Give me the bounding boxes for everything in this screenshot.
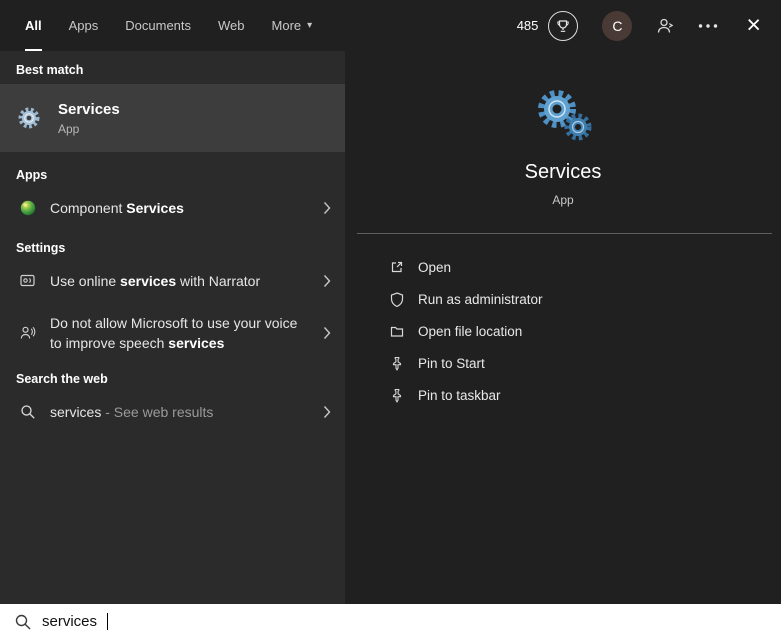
chevron-right-icon[interactable]: [323, 274, 333, 288]
action-label: Pin to Start: [418, 355, 485, 371]
folder-icon: [388, 323, 406, 339]
tab-all-label: All: [25, 18, 42, 33]
search-icon: [14, 613, 32, 631]
action-run-as-administrator[interactable]: Run as administrator: [345, 283, 781, 315]
tab-web[interactable]: Web: [218, 0, 245, 51]
result-label-dim: - See web results: [105, 404, 214, 420]
pin-icon: [388, 355, 406, 371]
best-match-title: Services: [58, 100, 120, 118]
chevron-right-icon[interactable]: [323, 405, 333, 419]
result-label: Component Services: [50, 198, 302, 218]
preview-panel: Services App Open Run as administrator O…: [345, 51, 781, 604]
best-match-item[interactable]: Services App: [0, 84, 345, 152]
context-actions: Open Run as administrator Open file loca…: [345, 251, 781, 411]
tab-all[interactable]: All: [25, 0, 42, 51]
action-pin-to-start[interactable]: Pin to Start: [345, 347, 781, 379]
component-services-icon: [16, 199, 40, 217]
trophy-icon: [548, 10, 579, 41]
close-icon[interactable]: ×: [742, 13, 765, 38]
best-match-text: Services App: [58, 101, 120, 136]
best-match-header: Best match: [16, 63, 84, 77]
tab-more-label: More: [271, 18, 302, 33]
result-label: services - See web results: [50, 402, 302, 422]
search-input[interactable]: services: [42, 613, 97, 630]
action-label: Open: [418, 259, 452, 275]
result-speech-services[interactable]: Do not allow Microsoft to use your voice…: [0, 307, 345, 359]
apps-header: Apps: [16, 168, 48, 182]
rewards-button[interactable]: 485: [516, 10, 579, 41]
windows-search-flyout: All Apps Documents Web More ▾ 485 C × Be…: [0, 0, 781, 639]
action-pin-to-taskbar[interactable]: Pin to taskbar: [345, 379, 781, 411]
chevron-right-icon[interactable]: [323, 326, 333, 340]
services-app-icon: [527, 85, 599, 143]
chevron-right-icon[interactable]: [323, 201, 333, 215]
avatar[interactable]: C: [602, 10, 633, 41]
preview-title: Services: [524, 161, 602, 183]
topbar-actions: 485 C ×: [517, 0, 781, 51]
action-open[interactable]: Open: [345, 251, 781, 283]
action-open-file-location[interactable]: Open file location: [345, 315, 781, 347]
open-icon: [388, 259, 406, 275]
divider: [357, 233, 772, 234]
tab-web-label: Web: [218, 18, 245, 33]
more-options-icon[interactable]: [698, 23, 718, 28]
result-narrator-services[interactable]: Use online services with Narrator: [0, 261, 345, 301]
tab-documents[interactable]: Documents: [125, 0, 191, 51]
result-label-bold: Services: [126, 200, 184, 216]
user-accounts-icon[interactable]: [656, 17, 674, 35]
speech-icon: [16, 324, 40, 342]
result-label-bold: services: [120, 273, 177, 289]
results-panel: Best match Services App Apps Component S…: [0, 51, 345, 604]
shield-icon: [388, 291, 406, 307]
result-label: Do not allow Microsoft to use your voice…: [50, 313, 302, 353]
narrator-icon: [16, 272, 40, 290]
tab-apps-label: Apps: [68, 18, 99, 33]
result-label-pre: services: [50, 404, 106, 420]
avatar-initial: C: [612, 17, 623, 34]
best-match-subtitle: App: [58, 121, 80, 136]
preview-subtitle: App: [552, 193, 574, 207]
text-cursor: [107, 613, 109, 630]
chevron-down-icon: ▾: [307, 20, 313, 31]
result-label: Use online services with Narrator: [50, 271, 302, 291]
tab-more[interactable]: More ▾: [272, 0, 313, 51]
tab-apps[interactable]: Apps: [69, 0, 99, 51]
filter-tabs: All Apps Documents Web More ▾: [0, 0, 312, 51]
action-label: Run as administrator: [418, 291, 543, 307]
result-label-post: with Narrator: [176, 273, 261, 289]
result-label-pre: Use online: [50, 273, 121, 289]
pin-icon: [388, 387, 406, 403]
rewards-points: 485: [516, 18, 539, 33]
result-label-bold: services: [168, 335, 225, 351]
search-topbar: All Apps Documents Web More ▾ 485 C ×: [0, 0, 781, 51]
search-icon: [16, 404, 40, 420]
result-label-pre: Component: [50, 200, 127, 216]
settings-header: Settings: [16, 241, 66, 255]
tab-documents-label: Documents: [125, 18, 192, 33]
result-component-services[interactable]: Component Services: [0, 188, 345, 228]
search-web-header: Search the web: [16, 372, 108, 386]
services-gear-icon: [16, 105, 42, 131]
search-bar[interactable]: services: [0, 604, 781, 639]
result-web-search[interactable]: services - See web results: [0, 392, 345, 432]
action-label: Open file location: [418, 323, 523, 339]
action-label: Pin to taskbar: [418, 387, 501, 403]
